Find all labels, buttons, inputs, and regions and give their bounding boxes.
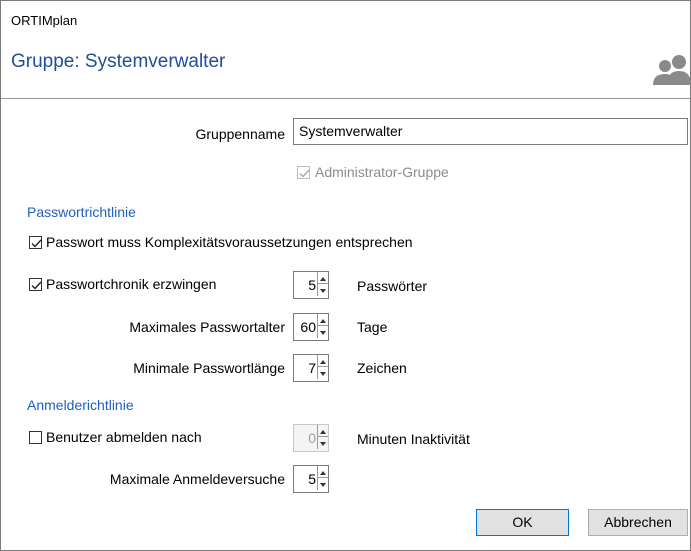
logout-checkbox[interactable] [29, 431, 42, 444]
min-length-label: Minimale Passwortlänge [133, 360, 285, 376]
group-name-input[interactable]: Systemverwalter [293, 118, 688, 145]
min-length-unit: Zeichen [357, 360, 407, 376]
checkmark-icon [31, 239, 42, 248]
arrow-down-icon [320, 372, 326, 376]
min-length-stepper[interactable]: 7 [293, 354, 329, 382]
complexity-checkbox[interactable] [29, 236, 42, 249]
spin-up-button[interactable] [318, 425, 328, 437]
admin-group-checkbox[interactable] [297, 166, 310, 179]
logout-label: Benutzer abmelden nach [46, 429, 202, 445]
logout-unit: Minuten Inaktivität [357, 431, 470, 447]
cancel-button[interactable]: Abbrechen [588, 509, 688, 536]
history-checkbox[interactable] [29, 278, 42, 291]
ok-button[interactable]: OK [476, 509, 569, 536]
spin-up-button[interactable] [318, 272, 328, 284]
max-age-label: Maximales Passwortalter [129, 319, 285, 335]
login-policy-heading: Anmelderichtlinie [27, 397, 134, 413]
complexity-label: Passwort muss Komplexitätsvoraussetzunge… [46, 234, 413, 250]
arrow-down-icon [320, 331, 326, 335]
user-group-icon [653, 55, 691, 85]
checkmark-icon [299, 169, 310, 178]
max-age-value: 60 [300, 319, 316, 335]
spin-down-button[interactable] [318, 478, 328, 490]
checkmark-icon [31, 281, 42, 290]
history-stepper[interactable]: 5 [293, 271, 329, 299]
spin-down-button[interactable] [318, 326, 328, 338]
spin-down-button[interactable] [318, 437, 328, 449]
min-length-value: 7 [308, 360, 316, 376]
logout-value: 0 [308, 430, 316, 446]
spin-up-button[interactable] [318, 314, 328, 326]
max-attempts-label: Maximale Anmeldeversuche [109, 471, 285, 487]
password-policy-heading: Passwortrichtlinie [27, 204, 136, 220]
group-name-label: Gruppenname [195, 126, 285, 142]
spin-up-button[interactable] [318, 466, 328, 478]
max-attempts-stepper[interactable]: 5 [293, 465, 329, 493]
history-value: 5 [308, 277, 316, 293]
max-age-unit: Tage [357, 319, 388, 335]
spin-down-button[interactable] [318, 284, 328, 296]
history-unit: Passwörter [357, 278, 428, 294]
arrow-down-icon [320, 483, 326, 487]
arrow-down-icon [320, 442, 326, 446]
history-label: Passwortchronik erzwingen [46, 276, 217, 292]
spin-up-button[interactable] [318, 355, 328, 367]
max-age-stepper[interactable]: 60 [293, 313, 329, 341]
max-attempts-value: 5 [308, 471, 316, 487]
title-bar: ORTIMplan [1, 1, 690, 37]
dialog-window: ORTIMplan Gruppe: Systemverwalter Gruppe… [0, 0, 691, 551]
arrow-down-icon [320, 289, 326, 293]
admin-group-label: Administrator-Gruppe [315, 164, 449, 180]
app-title: ORTIMplan [11, 13, 78, 28]
page-title: Gruppe: Systemverwalter [11, 51, 226, 72]
dialog-header: Gruppe: Systemverwalter [1, 37, 691, 99]
logout-stepper[interactable]: 0 [293, 424, 329, 452]
spin-down-button[interactable] [318, 367, 328, 379]
